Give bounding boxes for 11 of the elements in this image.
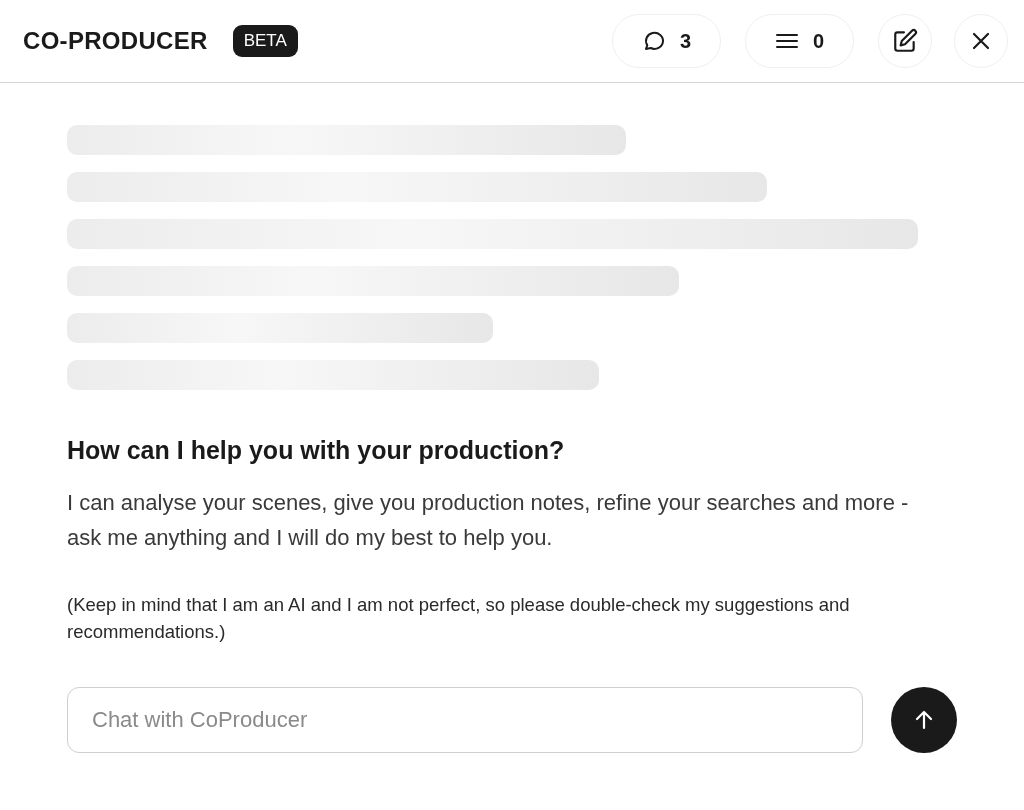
beta-badge: BETA: [232, 25, 298, 57]
list-button[interactable]: 0: [745, 14, 854, 68]
prompt-heading: How can I help you with your production?: [67, 436, 566, 465]
comments-button[interactable]: 3: [612, 14, 721, 68]
app-title: CO-PRODUCER: [23, 27, 208, 55]
disclaimer-text: (Keep in mind that I am an AI and I am not perfect, so please double-check my suggestions and recommendations.): [67, 593, 851, 644]
edit-icon: [892, 28, 918, 54]
menu-icon: [774, 31, 799, 51]
close-icon: [971, 31, 991, 51]
chat-input[interactable]: Chat with CoProducer: [67, 687, 864, 753]
intro-text: I can analyse your scenes, give you production notes, refine your searches and more - ask me anything and I will do my best to help you.: [67, 489, 910, 552]
